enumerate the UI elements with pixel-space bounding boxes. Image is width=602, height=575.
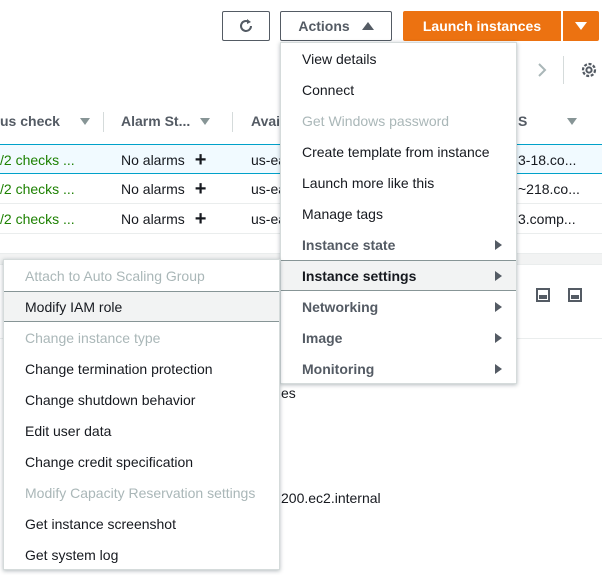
alarm-status-text: No alarms — [121, 152, 185, 168]
menu-group-label: Networking — [302, 298, 379, 315]
column-header-label: us check — [0, 113, 60, 129]
panel-side-icon[interactable] — [568, 288, 582, 302]
caret-right-icon — [495, 301, 502, 312]
menu-item-attach-auto-scaling: Attach to Auto Scaling Group — [25, 267, 205, 284]
menu-group-image[interactable]: Image — [281, 322, 516, 353]
add-alarm-icon[interactable]: + — [195, 179, 207, 199]
menu-group-instance-state[interactable]: Instance state — [281, 229, 516, 260]
chevron-right-icon — [538, 63, 547, 77]
column-divider[interactable] — [103, 112, 104, 132]
column-header-label: Alarm St... — [121, 113, 191, 129]
caret-up-icon — [361, 22, 374, 30]
panel-position-controls — [536, 288, 582, 312]
actions-menu: View details Connect Get Windows passwor… — [280, 42, 517, 384]
toolbar-divider — [563, 56, 564, 84]
menu-group-label: Monitoring — [302, 360, 375, 377]
alarm-status-text: No alarms — [121, 181, 185, 197]
menu-group-monitoring[interactable]: Monitoring — [281, 353, 516, 384]
menu-item-manage-tags[interactable]: Manage tags — [281, 198, 516, 229]
preferences-button[interactable] — [576, 57, 602, 83]
column-header-public-dns[interactable]: S — [518, 104, 578, 138]
status-check-cell[interactable]: /2 checks ... — [0, 174, 75, 204]
panel-bottom-icon[interactable] — [536, 288, 550, 302]
caret-right-icon — [495, 363, 502, 374]
private-dns-value: 200.ec2.internal — [281, 490, 381, 506]
column-header-availability-zone[interactable]: Avai — [251, 104, 280, 138]
launch-instances-button[interactable]: Launch instances — [403, 11, 561, 41]
caret-right-icon — [495, 332, 502, 343]
menu-group-label: Image — [302, 329, 343, 346]
menu-item-view-details[interactable]: View details — [281, 43, 516, 74]
menu-group-label: Instance settings — [302, 267, 417, 284]
alarm-status-text: No alarms — [121, 211, 185, 227]
public-dns-cell: 3-18.co... — [518, 152, 577, 168]
alarm-status-cell: No alarms + — [121, 174, 206, 204]
sort-icon[interactable] — [79, 117, 90, 125]
column-divider[interactable] — [232, 112, 233, 132]
status-check-cell[interactable]: /2 checks ... — [0, 204, 75, 234]
menu-item-get-system-log[interactable]: Get system log — [4, 539, 279, 570]
caret-right-icon — [495, 270, 502, 281]
column-header-alarm-status[interactable]: Alarm St... — [121, 104, 211, 138]
refresh-button[interactable] — [222, 11, 270, 41]
instance-settings-submenu: Attach to Auto Scaling Group Modify IAM … — [3, 259, 280, 570]
status-check-cell[interactable]: /2 checks ... — [0, 145, 75, 175]
alarm-status-cell: No alarms + — [121, 204, 206, 234]
column-header-status-check[interactable]: us check — [0, 104, 90, 138]
menu-item-change-instance-type: Change instance type — [25, 329, 161, 346]
public-dns-cell: 3.comp... — [518, 211, 576, 227]
sort-icon[interactable] — [200, 117, 211, 125]
menu-item-connect[interactable]: Connect — [281, 74, 516, 105]
actions-button[interactable]: Actions — [280, 11, 392, 41]
caret-right-icon — [495, 239, 502, 250]
menu-item-get-windows-password: Get Windows password — [302, 112, 450, 129]
menu-item-launch-more[interactable]: Launch more like this — [281, 167, 516, 198]
menu-group-label: Instance state — [302, 236, 396, 253]
caret-down-icon — [575, 22, 587, 30]
menu-group-instance-settings[interactable]: Instance settings — [281, 260, 516, 291]
actions-button-label: Actions — [298, 18, 350, 34]
gear-icon — [581, 62, 597, 78]
menu-item-create-template[interactable]: Create template from instance — [281, 136, 516, 167]
next-page-button[interactable] — [532, 58, 552, 82]
launch-instances-label: Launch instances — [422, 18, 542, 34]
menu-item-modify-capacity-reservation: Modify Capacity Reservation settings — [25, 484, 256, 501]
launch-instances-dropdown[interactable] — [562, 11, 599, 41]
menu-item-change-shutdown-behavior[interactable]: Change shutdown behavior — [4, 384, 279, 415]
column-header-label: Avai — [251, 113, 281, 129]
menu-item-change-termination-protection[interactable]: Change termination protection — [4, 353, 279, 384]
column-header-label: S — [518, 113, 528, 129]
alarm-status-cell: No alarms + — [121, 145, 206, 175]
add-alarm-icon[interactable]: + — [195, 150, 207, 170]
refresh-icon — [240, 19, 252, 32]
details-text: es — [281, 385, 296, 401]
menu-group-networking[interactable]: Networking — [281, 291, 516, 322]
menu-item-modify-iam-role[interactable]: Modify IAM role — [4, 291, 279, 322]
menu-item-change-credit-specification[interactable]: Change credit specification — [4, 446, 279, 477]
menu-item-edit-user-data[interactable]: Edit user data — [4, 415, 279, 446]
public-dns-cell: ~218.co... — [518, 181, 580, 197]
add-alarm-icon[interactable]: + — [195, 209, 207, 229]
menu-item-get-instance-screenshot[interactable]: Get instance screenshot — [4, 508, 279, 539]
sort-icon[interactable] — [567, 117, 578, 125]
